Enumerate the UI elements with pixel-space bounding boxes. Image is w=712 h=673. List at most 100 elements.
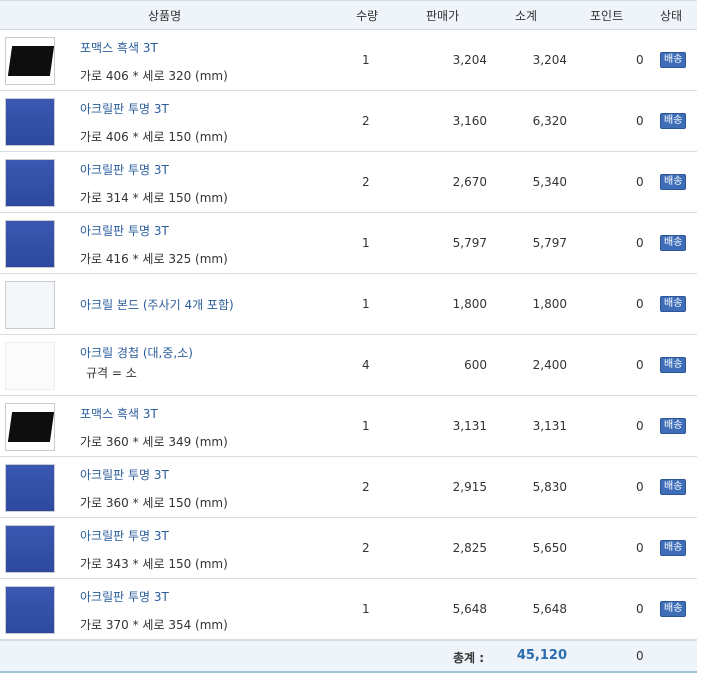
product-option: 규격 = 소 <box>86 366 137 380</box>
price-cell: 2,670 <box>452 175 487 189</box>
subtotal-cell: 6,320 <box>532 114 567 128</box>
total-point: 0 <box>636 649 644 663</box>
qty-cell: 1 <box>362 297 370 311</box>
table-row: 아크릴 본드 (주사기 4개 포함) 1 1,800 1,800 0 배송 <box>0 274 697 335</box>
order-table: 상품명 수량 판매가 소계 포인트 상태 포맥스 흑색 3T 가로 406 * 세… <box>0 0 697 673</box>
status-badge: 배송 <box>660 479 687 495</box>
product-option: 가로 314 * 세로 150 (mm) <box>80 191 228 205</box>
header-product: 상품명 <box>148 9 182 23</box>
status-badge: 배송 <box>660 540 687 556</box>
price-cell: 1,800 <box>452 297 487 311</box>
price-cell: 2,915 <box>452 480 487 494</box>
product-option: 가로 360 * 세로 150 (mm) <box>80 496 228 510</box>
product-name-link[interactable]: 아크릴판 투명 3T <box>80 588 169 605</box>
qty-cell: 2 <box>362 175 370 189</box>
qty-cell: 1 <box>362 236 370 250</box>
product-thumbnail[interactable] <box>5 403 55 451</box>
price-cell: 5,648 <box>452 602 487 616</box>
product-option: 가로 406 * 세로 150 (mm) <box>80 130 228 144</box>
header-subtotal: 소계 <box>515 9 538 23</box>
subtotal-cell: 3,204 <box>532 53 567 67</box>
total-label: 총계 : <box>453 651 485 665</box>
qty-cell: 2 <box>362 114 370 128</box>
product-thumbnail[interactable] <box>5 586 55 634</box>
status-badge: 배송 <box>660 296 687 312</box>
subtotal-cell: 1,800 <box>532 297 567 311</box>
status-badge: 배송 <box>660 601 687 617</box>
total-amount: 45,120 <box>516 648 567 663</box>
product-thumbnail[interactable] <box>5 37 55 85</box>
product-name-link[interactable]: 아크릴판 투명 3T <box>80 222 169 239</box>
point-cell: 0 <box>636 236 644 250</box>
product-name-link[interactable]: 아크릴판 투명 3T <box>80 161 169 178</box>
product-name-link[interactable]: 포맥스 흑색 3T <box>80 39 158 56</box>
product-thumbnail[interactable] <box>5 525 55 573</box>
header-point: 포인트 <box>590 9 624 23</box>
status-badge: 배송 <box>660 174 687 190</box>
price-cell: 5,797 <box>452 236 487 250</box>
table-row: 아크릴판 투명 3T 가로 360 * 세로 150 (mm) 2 2,915 5,83… <box>0 457 697 518</box>
product-thumbnail[interactable] <box>5 342 55 390</box>
price-cell: 3,204 <box>452 53 487 67</box>
status-badge: 배송 <box>660 418 687 434</box>
qty-cell: 1 <box>362 53 370 67</box>
header-status: 상태 <box>660 9 683 23</box>
status-badge: 배송 <box>660 357 687 373</box>
product-thumbnail[interactable] <box>5 464 55 512</box>
product-thumbnail[interactable] <box>5 159 55 207</box>
header-qty: 수량 <box>356 9 379 23</box>
qty-cell: 4 <box>362 358 370 372</box>
header-price: 판매가 <box>426 9 460 23</box>
table-row: 아크릴판 투명 3T 가로 343 * 세로 150 (mm) 2 2,825 5,65… <box>0 518 697 579</box>
table-row: 아크릴판 투명 3T 가로 314 * 세로 150 (mm) 2 2,670 5,34… <box>0 152 697 213</box>
status-badge: 배송 <box>660 113 687 129</box>
product-name-link[interactable]: 아크릴 본드 (주사기 4개 포함) <box>80 296 234 313</box>
product-option: 가로 343 * 세로 150 (mm) <box>80 557 228 571</box>
point-cell: 0 <box>636 419 644 433</box>
table-row: 포맥스 흑색 3T 가로 406 * 세로 320 (mm) 1 3,204 3,204… <box>0 30 697 91</box>
table-row: 아크릴판 투명 3T 가로 370 * 세로 354 (mm) 1 5,648 5,64… <box>0 579 697 640</box>
total-row: 총계 : 45,120 0 <box>0 640 697 673</box>
subtotal-cell: 3,131 <box>532 419 567 433</box>
product-thumbnail[interactable] <box>5 98 55 146</box>
point-cell: 0 <box>636 480 644 494</box>
qty-cell: 1 <box>362 602 370 616</box>
qty-cell: 2 <box>362 480 370 494</box>
table-row: 아크릴 경첩 (대,중,소) 규격 = 소 4 600 2,400 0 배송 <box>0 335 697 396</box>
subtotal-cell: 5,340 <box>532 175 567 189</box>
product-option: 가로 406 * 세로 320 (mm) <box>80 69 228 83</box>
table-row: 아크릴판 투명 3T 가로 406 * 세로 150 (mm) 2 3,160 6,32… <box>0 91 697 152</box>
point-cell: 0 <box>636 602 644 616</box>
price-cell: 600 <box>464 358 487 372</box>
product-name-link[interactable]: 아크릴판 투명 3T <box>80 527 169 544</box>
point-cell: 0 <box>636 358 644 372</box>
point-cell: 0 <box>636 114 644 128</box>
status-badge: 배송 <box>660 235 687 251</box>
product-name-link[interactable]: 아크릴판 투명 3T <box>80 466 169 483</box>
product-thumbnail[interactable] <box>5 220 55 268</box>
point-cell: 0 <box>636 541 644 555</box>
price-cell: 3,131 <box>452 419 487 433</box>
point-cell: 0 <box>636 53 644 67</box>
product-name-link[interactable]: 아크릴판 투명 3T <box>80 100 169 117</box>
product-option: 가로 360 * 세로 349 (mm) <box>80 435 228 449</box>
table-row: 아크릴판 투명 3T 가로 416 * 세로 325 (mm) 1 5,797 5,79… <box>0 213 697 274</box>
point-cell: 0 <box>636 297 644 311</box>
status-badge: 배송 <box>660 52 687 68</box>
table-header: 상품명 수량 판매가 소계 포인트 상태 <box>0 0 697 30</box>
qty-cell: 1 <box>362 419 370 433</box>
subtotal-cell: 5,797 <box>532 236 567 250</box>
table-row: 포맥스 흑색 3T 가로 360 * 세로 349 (mm) 1 3,131 3,131… <box>0 396 697 457</box>
subtotal-cell: 5,648 <box>532 602 567 616</box>
point-cell: 0 <box>636 175 644 189</box>
subtotal-cell: 2,400 <box>532 358 567 372</box>
subtotal-cell: 5,830 <box>532 480 567 494</box>
product-thumbnail[interactable] <box>5 281 55 329</box>
product-name-link[interactable]: 아크릴 경첩 (대,중,소) <box>80 344 193 361</box>
price-cell: 3,160 <box>452 114 487 128</box>
product-option: 가로 370 * 세로 354 (mm) <box>80 618 228 632</box>
product-option: 가로 416 * 세로 325 (mm) <box>80 252 228 266</box>
table-body: 포맥스 흑색 3T 가로 406 * 세로 320 (mm) 1 3,204 3,204… <box>0 30 697 640</box>
price-cell: 2,825 <box>452 541 487 555</box>
product-name-link[interactable]: 포맥스 흑색 3T <box>80 405 158 422</box>
